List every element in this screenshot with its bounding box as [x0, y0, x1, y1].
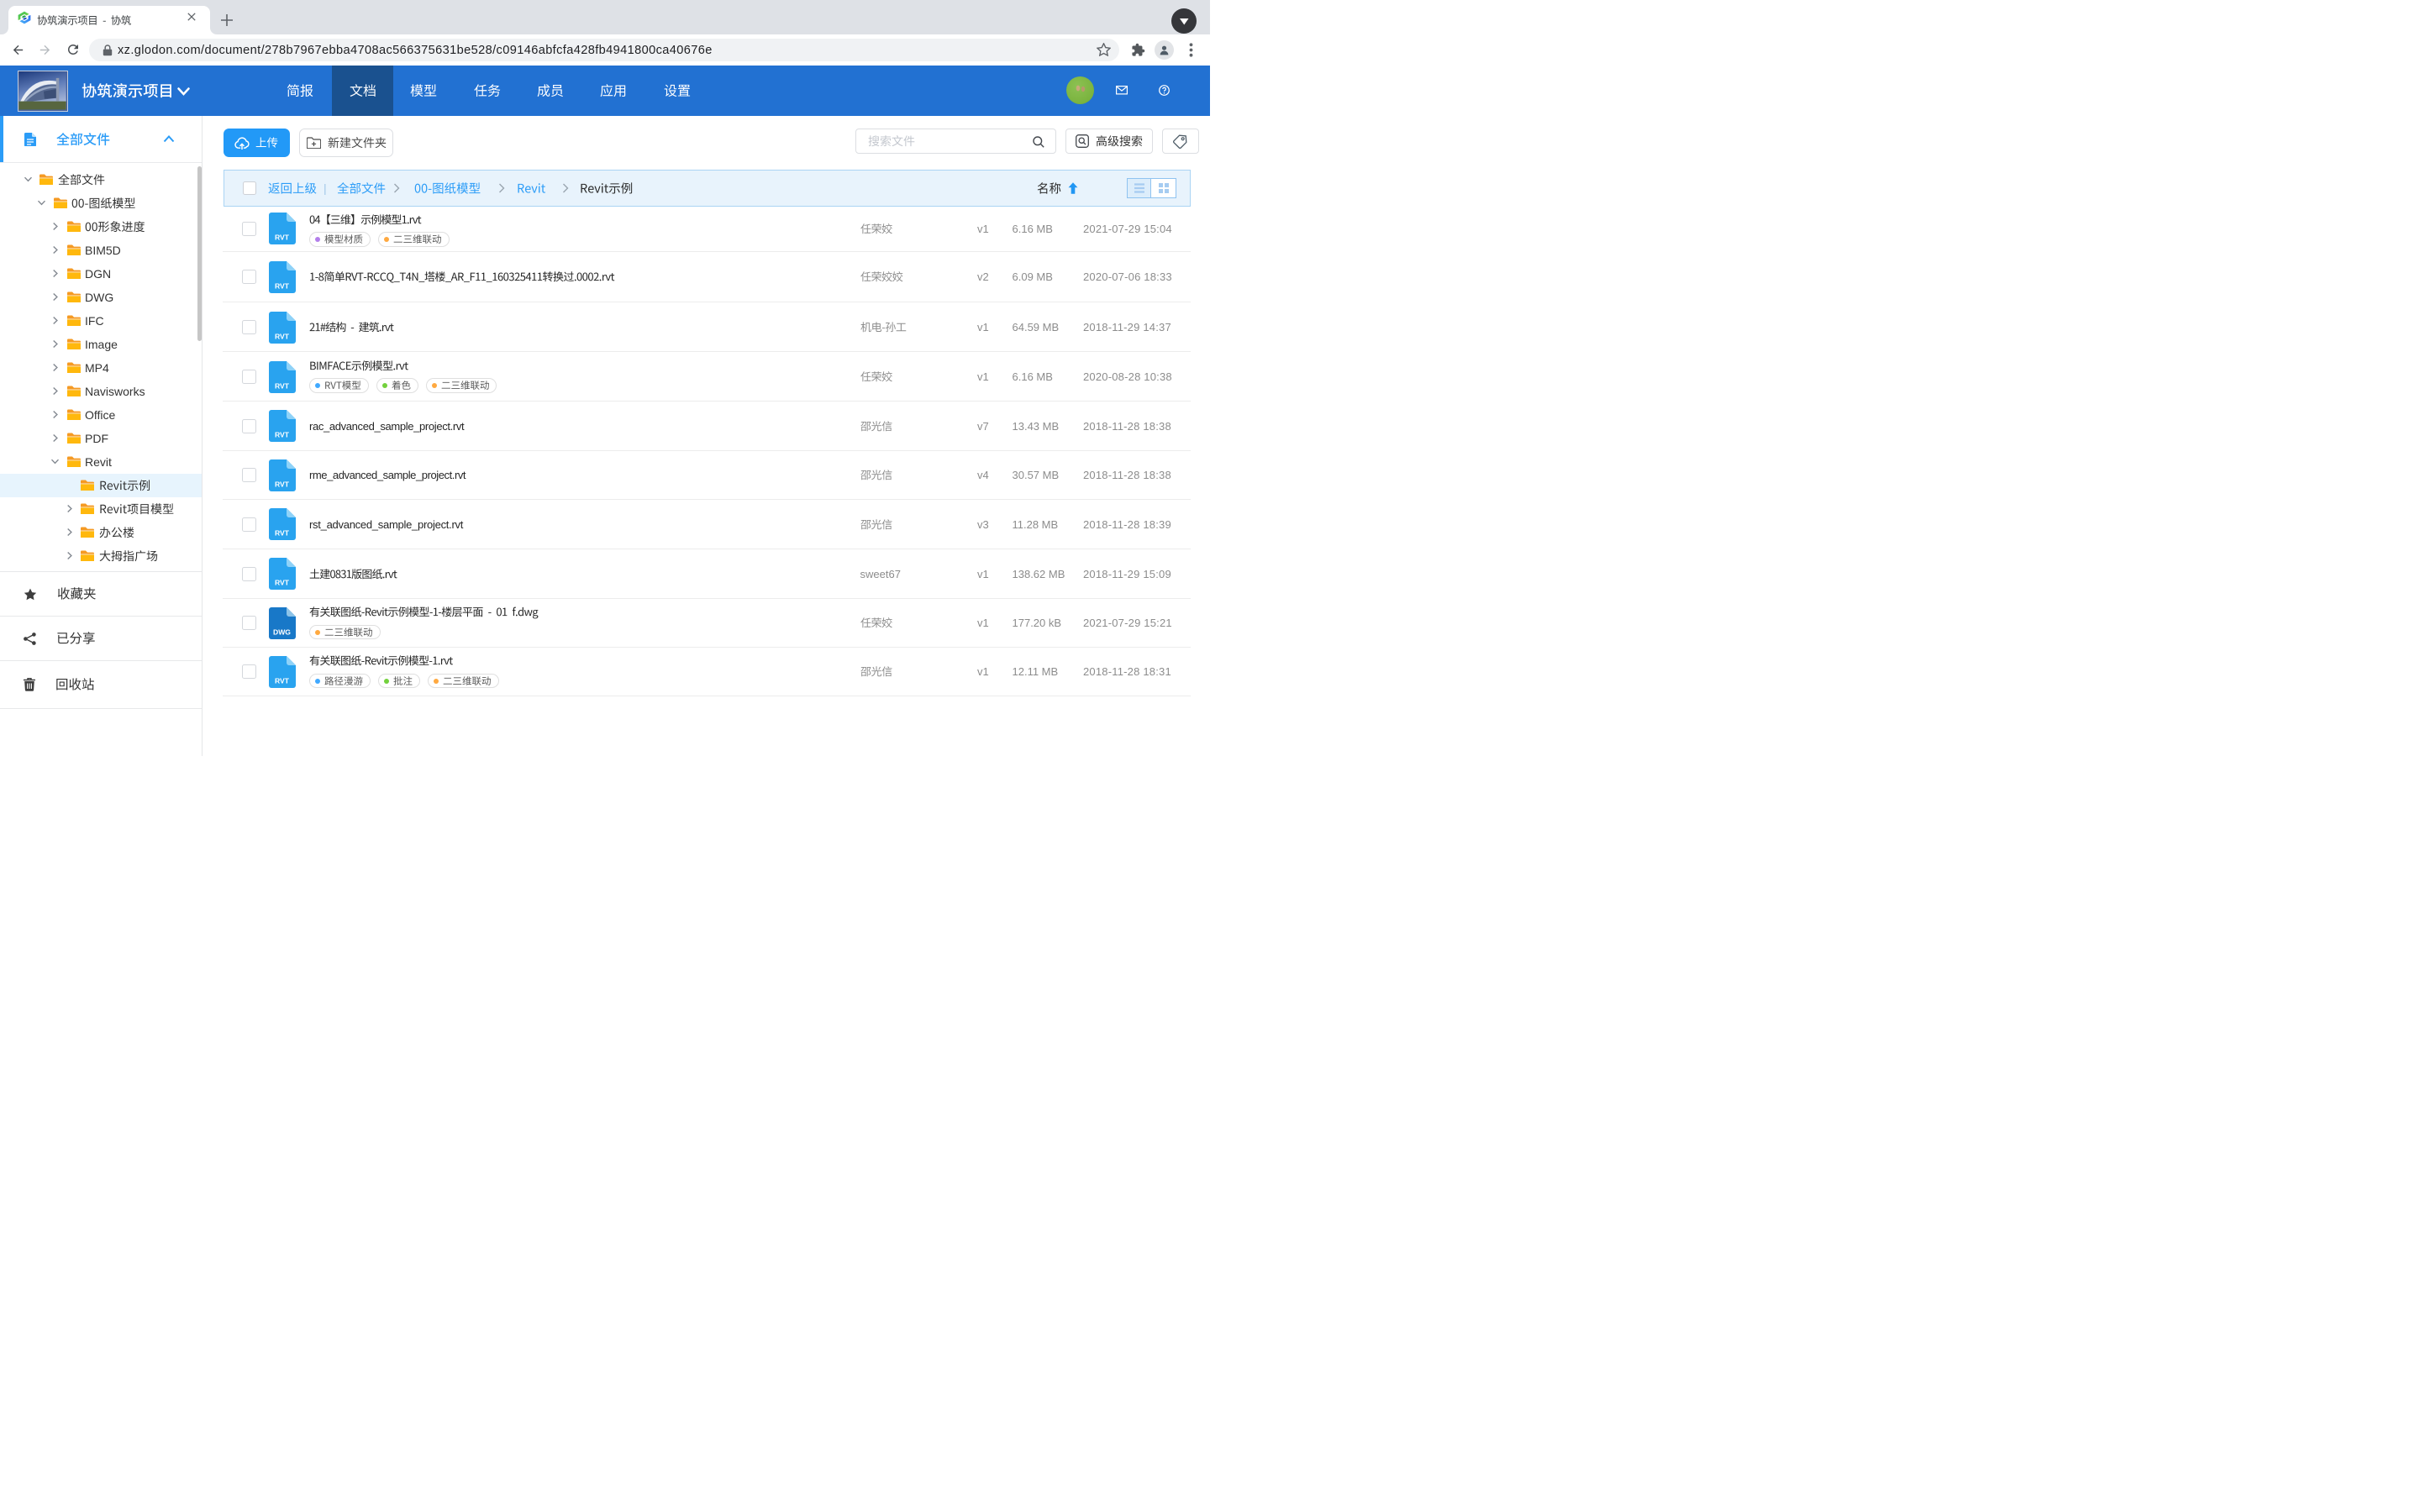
svg-text:RVT: RVT [275, 529, 290, 538]
svg-text:RVT: RVT [275, 579, 290, 587]
svg-text:RVT: RVT [275, 332, 290, 340]
svg-text:RVT: RVT [275, 281, 290, 290]
svg-text:RVT: RVT [275, 431, 290, 439]
svg-text:DWG: DWG [273, 627, 291, 636]
svg-text:RVT: RVT [275, 480, 290, 488]
svg-text:RVT: RVT [275, 676, 290, 685]
svg-text:RVT: RVT [275, 234, 290, 242]
svg-text:RVT: RVT [275, 381, 290, 390]
